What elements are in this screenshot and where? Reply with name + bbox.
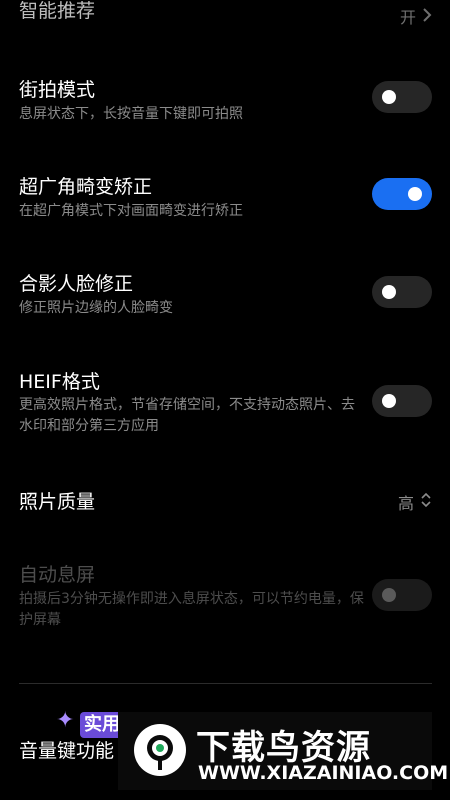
smart-recommend-value-text: 开 bbox=[399, 8, 416, 27]
watermark-banner: 下载鸟资源 WWW.XIAZAINIAO.COM bbox=[118, 712, 448, 790]
ultrawide-correction-toggle[interactable] bbox=[372, 178, 432, 210]
setting-ultrawide-correction[interactable]: 超广角畸变矫正 在超广角模式下对画面畸变进行矫正 bbox=[0, 168, 450, 228]
auto-screen-off-toggle bbox=[372, 579, 432, 611]
heif-desc: 更高效照片格式，节省存储空间，不支持动态照片、去水印和部分第三方应用 bbox=[19, 397, 355, 434]
volume-key-title: 音量键功能 bbox=[19, 740, 115, 762]
heif-toggle[interactable] bbox=[372, 385, 432, 417]
chevron-up-down-icon bbox=[420, 491, 432, 513]
auto-screen-off-desc: 拍摄后3分钟无操作即进入息屏状态，可以节约电量，保护屏幕 bbox=[19, 591, 364, 628]
photo-quality-title: 照片质量 bbox=[19, 491, 96, 513]
face-correction-title: 合影人脸修正 bbox=[19, 273, 134, 295]
bird-logo-icon bbox=[134, 724, 186, 776]
auto-screen-off-title: 自动息屏 bbox=[19, 564, 96, 586]
chevron-right-icon bbox=[422, 7, 432, 26]
setting-group-face-correction[interactable]: 合影人脸修正 修正照片边缘的人脸畸变 bbox=[0, 265, 450, 325]
ultrawide-correction-title: 超广角畸变矫正 bbox=[19, 176, 153, 198]
street-photo-desc: 息屏状态下，长按音量下键即可拍照 bbox=[19, 106, 243, 122]
photo-quality-value: 高 bbox=[398, 490, 432, 514]
street-photo-toggle[interactable] bbox=[372, 81, 432, 113]
photo-quality-value-text: 高 bbox=[397, 494, 414, 513]
setting-street-photo[interactable]: 街拍模式 息屏状态下，长按音量下键即可拍照 bbox=[0, 70, 450, 130]
setting-photo-quality[interactable]: 照片质量 高 bbox=[0, 484, 450, 518]
sparkle-icon: ✦ bbox=[56, 708, 75, 733]
setting-heif-format[interactable]: HEIF格式 更高效照片格式，节省存储空间，不支持动态照片、去水印和部分第三方应… bbox=[0, 364, 450, 446]
setting-smart-recommend[interactable]: 智能推荐 开 bbox=[0, 0, 450, 32]
face-correction-toggle[interactable] bbox=[372, 276, 432, 308]
street-photo-title: 街拍模式 bbox=[19, 79, 96, 101]
smart-recommend-label: 智能推荐 bbox=[19, 0, 96, 22]
face-correction-desc: 修正照片边缘的人脸畸变 bbox=[19, 300, 173, 316]
ultrawide-correction-desc: 在超广角模式下对画面畸变进行矫正 bbox=[19, 203, 243, 219]
watermark-url: WWW.XIAZAINIAO.COM bbox=[198, 762, 449, 784]
smart-recommend-value: 开 bbox=[400, 4, 432, 28]
heif-title: HEIF格式 bbox=[19, 371, 100, 393]
section-divider bbox=[19, 683, 432, 684]
setting-auto-screen-off: 自动息屏 拍摄后3分钟无操作即进入息屏状态，可以节约电量，保护屏幕 bbox=[0, 558, 450, 638]
